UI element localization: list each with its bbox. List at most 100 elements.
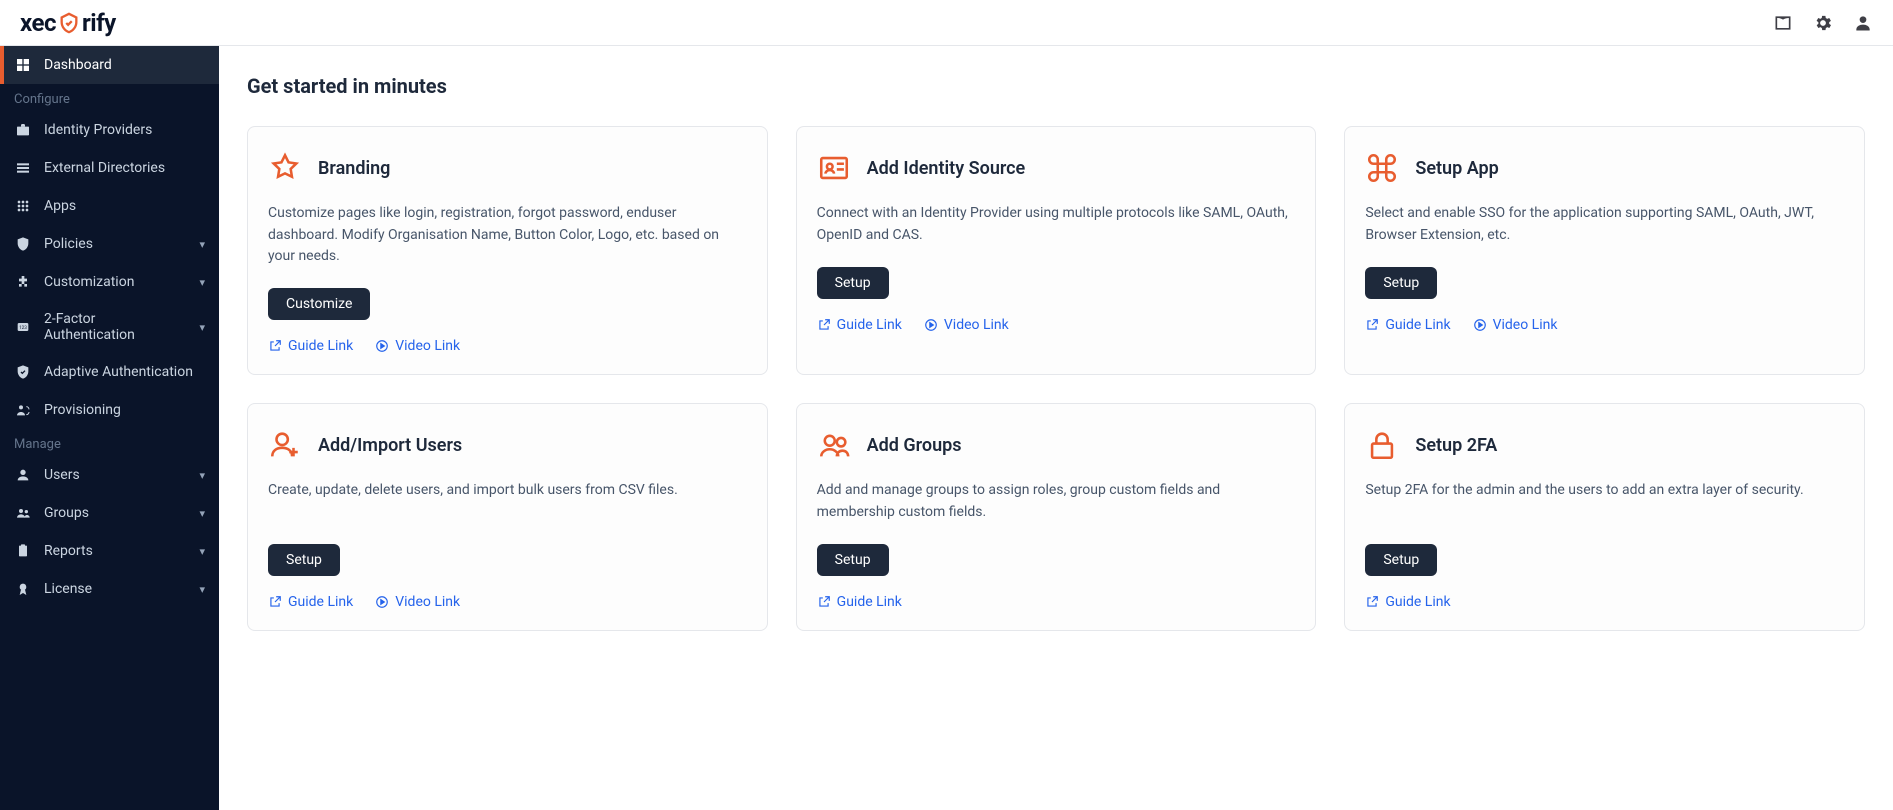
video-link[interactable]: Video Link (924, 317, 1009, 333)
sidebar-item-label: Policies (44, 236, 187, 252)
user-sync-icon (14, 401, 32, 419)
setup-button[interactable]: Setup (268, 544, 340, 576)
sidebar-item-label: Identity Providers (44, 122, 205, 138)
keypad-icon: 123 (14, 318, 32, 336)
users-group-icon (817, 428, 851, 462)
shield-icon (58, 12, 80, 34)
sidebar-item-users[interactable]: Users ▾ (0, 456, 219, 494)
guide-link[interactable]: Guide Link (1365, 317, 1450, 333)
setup-button[interactable]: Setup (817, 544, 889, 576)
card-import-users: Add/Import Users Create, update, delete … (247, 403, 768, 631)
user-icon (14, 466, 32, 484)
card-title: Add Identity Source (867, 158, 1026, 179)
sidebar-item-label: Apps (44, 198, 205, 214)
page-title: Get started in minutes (247, 74, 1865, 98)
sidebar-item-policies[interactable]: Policies ▾ (0, 225, 219, 263)
sidebar-item-label: License (44, 581, 187, 597)
clipboard-icon (14, 542, 32, 560)
book-icon[interactable] (1773, 13, 1793, 33)
svg-text:123: 123 (19, 325, 27, 331)
sidebar-item-label: Groups (44, 505, 187, 521)
id-card-icon (817, 151, 851, 185)
setup-button[interactable]: Setup (1365, 267, 1437, 299)
card-add-groups: Add Groups Add and manage groups to assi… (796, 403, 1317, 631)
sidebar-item-reports[interactable]: Reports ▾ (0, 532, 219, 570)
brand-left: xec (20, 9, 56, 37)
sidebar-item-label: 2-Factor Authentication (44, 311, 187, 343)
card-title: Add/Import Users (318, 435, 462, 456)
guide-link[interactable]: Guide Link (817, 594, 902, 610)
chevron-down-icon: ▾ (199, 583, 205, 596)
card-title: Setup 2FA (1415, 435, 1497, 456)
sidebar-item-2fa[interactable]: 123 2-Factor Authentication ▾ (0, 301, 219, 353)
card-desc: Select and enable SSO for the applicatio… (1365, 203, 1844, 247)
chevron-down-icon: ▾ (199, 469, 205, 482)
card-desc: Connect with an Identity Provider using … (817, 203, 1296, 247)
sidebar-item-dashboard[interactable]: Dashboard (0, 46, 219, 84)
sidebar-item-label: Adaptive Authentication (44, 364, 205, 380)
card-title: Branding (318, 158, 390, 179)
guide-link[interactable]: Guide Link (1365, 594, 1450, 610)
chevron-down-icon: ▾ (199, 545, 205, 558)
sidebar-item-label: Dashboard (44, 57, 205, 73)
guide-link[interactable]: Guide Link (817, 317, 902, 333)
users-icon (14, 504, 32, 522)
sidebar: Dashboard Configure Identity Providers E… (0, 46, 219, 810)
sidebar-item-identity-providers[interactable]: Identity Providers (0, 111, 219, 149)
video-link[interactable]: Video Link (375, 594, 460, 610)
card-desc: Setup 2FA for the admin and the users to… (1365, 480, 1844, 524)
sidebar-item-apps[interactable]: Apps (0, 187, 219, 225)
video-link[interactable]: Video Link (1473, 317, 1558, 333)
star-icon (268, 151, 302, 185)
card-setup-app: Setup App Select and enable SSO for the … (1344, 126, 1865, 375)
sidebar-item-label: Reports (44, 543, 187, 559)
briefcase-icon (14, 121, 32, 139)
award-icon (14, 580, 32, 598)
puzzle-icon (14, 273, 32, 291)
card-title: Add Groups (867, 435, 962, 456)
sidebar-item-label: Customization (44, 274, 187, 290)
sidebar-item-provisioning[interactable]: Provisioning (0, 391, 219, 429)
sidebar-item-groups[interactable]: Groups ▾ (0, 494, 219, 532)
lock-icon (1365, 428, 1399, 462)
setup-button[interactable]: Setup (817, 267, 889, 299)
topbar: xec rify (0, 0, 1893, 46)
command-icon (1365, 151, 1399, 185)
brand-right: rify (82, 9, 116, 37)
guide-link[interactable]: Guide Link (268, 338, 353, 354)
dashboard-icon (14, 56, 32, 74)
sidebar-item-label: External Directories (44, 160, 205, 176)
shield-check-icon (14, 363, 32, 381)
card-desc: Customize pages like login, registration… (268, 203, 747, 268)
card-identity-source: Add Identity Source Connect with an Iden… (796, 126, 1317, 375)
chevron-down-icon: ▾ (199, 507, 205, 520)
gear-icon[interactable] (1813, 13, 1833, 33)
sidebar-item-label: Users (44, 467, 187, 483)
card-branding: Branding Customize pages like login, reg… (247, 126, 768, 375)
sidebar-section-manage: Manage (0, 429, 219, 456)
customize-button[interactable]: Customize (268, 288, 370, 320)
chevron-down-icon: ▾ (199, 276, 205, 289)
sidebar-item-customization[interactable]: Customization ▾ (0, 263, 219, 301)
card-grid: Branding Customize pages like login, reg… (247, 126, 1865, 631)
brand-logo[interactable]: xec rify (20, 9, 116, 37)
chevron-down-icon: ▾ (199, 321, 205, 334)
grid-icon (14, 197, 32, 215)
sidebar-item-external-directories[interactable]: External Directories (0, 149, 219, 187)
video-link[interactable]: Video Link (375, 338, 460, 354)
card-title: Setup App (1415, 158, 1498, 179)
sidebar-item-adaptive-auth[interactable]: Adaptive Authentication (0, 353, 219, 391)
card-setup-2fa: Setup 2FA Setup 2FA for the admin and th… (1344, 403, 1865, 631)
main-content: Get started in minutes Branding Customiz… (219, 46, 1893, 810)
sidebar-section-configure: Configure (0, 84, 219, 111)
card-desc: Create, update, delete users, and import… (268, 480, 747, 524)
sidebar-item-license[interactable]: License ▾ (0, 570, 219, 608)
shield-gear-icon (14, 235, 32, 253)
user-icon[interactable] (1853, 13, 1873, 33)
chevron-down-icon: ▾ (199, 238, 205, 251)
setup-button[interactable]: Setup (1365, 544, 1437, 576)
list-icon (14, 159, 32, 177)
card-desc: Add and manage groups to assign roles, g… (817, 480, 1296, 524)
guide-link[interactable]: Guide Link (268, 594, 353, 610)
sidebar-item-label: Provisioning (44, 402, 205, 418)
